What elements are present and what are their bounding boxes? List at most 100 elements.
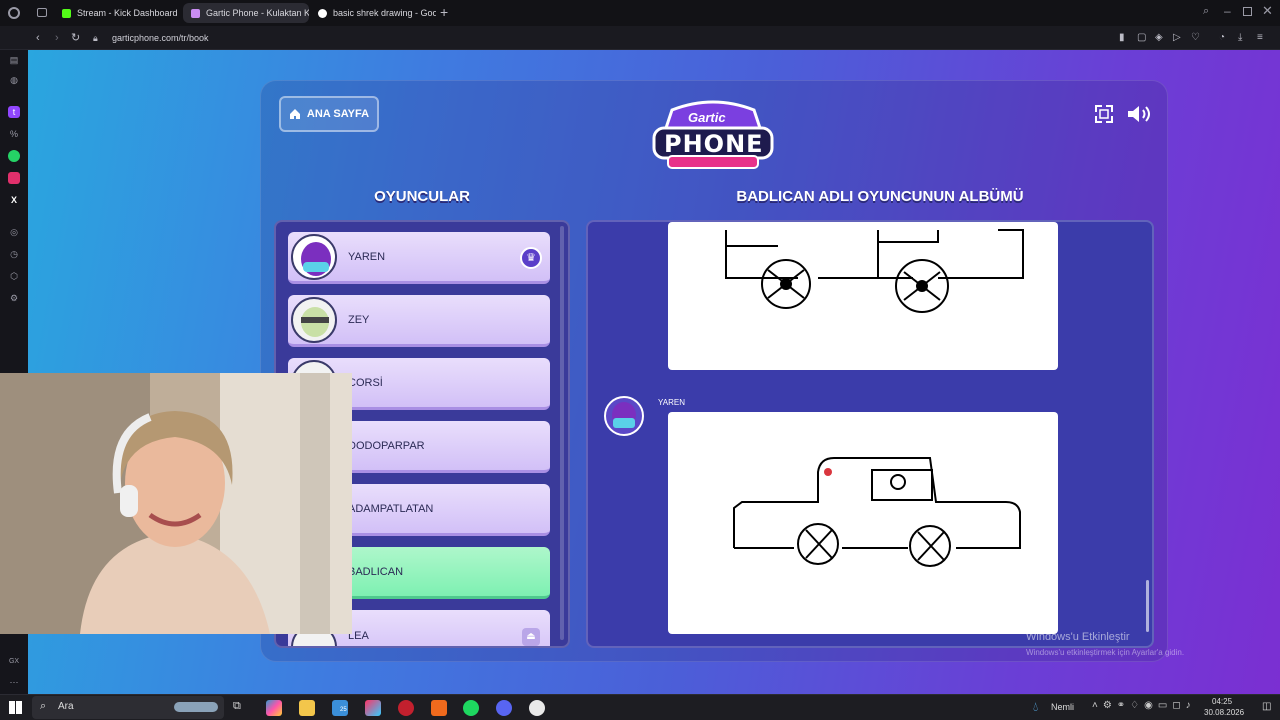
heart-icon[interactable]: ♡ — [1191, 26, 1200, 50]
sidebar-percent-icon[interactable]: % — [8, 128, 20, 140]
album-author-name: YAREN — [658, 398, 685, 407]
player-item-zey[interactable]: ZEY — [288, 295, 550, 347]
mail-badge: 25 — [340, 707, 347, 713]
fox-app-icon[interactable] — [431, 700, 447, 716]
snapshot-icon[interactable]: ▢ — [1137, 26, 1146, 50]
clock-time[interactable]: 04:25 — [1212, 697, 1232, 706]
search-icon: ⌕ — [40, 700, 47, 712]
player-name: BADLICAN — [348, 565, 404, 578]
tray-icons[interactable]: ˄⚙⚭♢◉▭◻♪ — [1092, 700, 1196, 711]
tab-menu-icon[interactable] — [37, 8, 47, 17]
players-heading: OYUNCULAR — [374, 188, 470, 205]
player-item-yaren[interactable]: YAREN ♛ — [288, 232, 550, 284]
activation-watermark-subtitle: Windows'u etkinleştirmek için Ayarlar'a … — [1026, 648, 1185, 657]
sidebar-gx-icon[interactable]: GX — [8, 656, 20, 668]
search-highlight-icon — [174, 702, 218, 712]
reload-icon[interactable]: ↻ — [71, 26, 80, 50]
new-tab-icon[interactable]: + — [440, 4, 448, 20]
avatar — [291, 234, 337, 280]
shield-icon[interactable]: ◈ — [1155, 26, 1163, 50]
address-bar: ‹ › ↻ 🔒︎ garticphone.com/tr/book ▮ ▢ ◈ ▷… — [0, 26, 1280, 50]
notification-icon[interactable]: ◫ — [1262, 701, 1271, 712]
sound-icon[interactable] — [1126, 104, 1154, 129]
bookmark-icon[interactable]: ▮ — [1119, 26, 1125, 50]
play-icon[interactable]: ▷ — [1173, 26, 1181, 50]
sidebar-messenger-icon[interactable]: ◍ — [8, 74, 20, 86]
browser-tab-bar: Stream - Kick Dashboard Gartic Phone - K… — [0, 0, 1280, 26]
crown-icon: ♛ — [520, 247, 542, 269]
mail-icon[interactable]: 25 — [332, 700, 348, 716]
lock-icon: 🔒︎ — [93, 33, 98, 43]
tab-google-search[interactable]: basic shrek drawing - Goo — [310, 3, 436, 23]
minimize-icon[interactable]: – — [1224, 4, 1231, 18]
url-text[interactable]: garticphone.com/tr/book — [112, 26, 209, 50]
sidebar-news-icon[interactable]: ▤ — [8, 54, 20, 66]
search-tabs-icon[interactable]: ⌕ — [1203, 5, 1209, 18]
taskbar-search-placeholder: Ara — [58, 701, 74, 712]
google-favicon-icon — [318, 8, 327, 18]
sidebar-x-icon[interactable]: X — [8, 194, 20, 206]
album-area[interactable] — [586, 220, 1154, 648]
tab-label: Stream - Kick Dashboard — [77, 8, 178, 18]
home-button[interactable]: ANA SAYFA — [279, 96, 379, 132]
sidebar-instagram-icon[interactable] — [8, 172, 20, 184]
sidebar-player-icon[interactable]: ◎ — [8, 226, 20, 238]
sidebar-twitch-icon[interactable]: t — [8, 106, 20, 118]
gartic-favicon-icon — [191, 8, 200, 18]
windows-taskbar: ⌕ Ara ⧉ 25 💧︎ Nemli ˄⚙⚭♢◉▭◻♪ 04:25 30.08… — [0, 694, 1280, 720]
webcam-image — [0, 373, 352, 634]
spotify-icon[interactable] — [463, 700, 479, 716]
sidebar-history-icon[interactable]: ◷ — [8, 248, 20, 260]
avatar — [291, 297, 337, 343]
sidebar-whatsapp-icon[interactable] — [8, 150, 20, 162]
weather-label[interactable]: Nemli — [1051, 702, 1074, 712]
maximize-icon[interactable] — [1243, 7, 1252, 16]
player-name: ZEY — [348, 313, 370, 326]
gartic-phone-logo[interactable]: Gartic PHONE — [650, 96, 776, 170]
player-name: ADAMPATLATAN — [348, 502, 434, 515]
album-scrollbar[interactable] — [1146, 580, 1149, 632]
sidebar-extensions-icon[interactable]: ⬡ — [8, 270, 20, 282]
logo-top-text: Gartic — [688, 110, 726, 125]
drawing-car-1 — [668, 222, 1058, 370]
player-name: CORSİ — [348, 376, 383, 389]
logo-bottom-text: PHONE — [664, 130, 764, 158]
clock-date[interactable]: 30.08.2026 — [1204, 708, 1244, 717]
weather-icon: 💧︎ — [1033, 699, 1039, 714]
profile-icon[interactable]: ◔ — [1219, 26, 1225, 50]
download-icon[interactable]: ⤓ — [1238, 26, 1242, 50]
taskbar-search[interactable]: ⌕ Ara — [32, 696, 224, 719]
discord-icon[interactable] — [496, 700, 512, 716]
windows-icon[interactable] — [9, 701, 22, 714]
forward-icon[interactable]: › — [55, 26, 59, 50]
webcam-overlay — [0, 373, 352, 634]
tab-label: basic shrek drawing - Goo — [333, 8, 436, 18]
file-explorer-icon[interactable] — [299, 700, 315, 716]
app-store-icon[interactable] — [365, 700, 381, 716]
sidebar-settings-icon[interactable]: ⚙ — [8, 292, 20, 304]
sidebar-more-icon[interactable]: ⋯ — [8, 676, 20, 688]
car-drawing-image — [725, 229, 1024, 313]
close-icon[interactable]: ✕ — [1262, 3, 1273, 19]
home-icon — [289, 109, 300, 119]
tab-label: Gartic Phone - Kulaktan Ku — [206, 8, 309, 18]
tab-gartic-phone[interactable]: Gartic Phone - Kulaktan Ku — [183, 3, 309, 23]
fullscreen-icon[interactable] — [1094, 104, 1114, 129]
back-icon[interactable]: ‹ — [36, 26, 40, 50]
tab-kick-dashboard[interactable]: Stream - Kick Dashboard — [54, 3, 178, 23]
opera-gx-icon[interactable] — [398, 700, 414, 716]
player-name: YAREN — [348, 250, 386, 263]
players-scrollbar[interactable] — [560, 226, 564, 640]
activation-watermark-title: Windows'u Etkinleştir — [1026, 631, 1130, 643]
home-button-label: ANA SAYFA — [306, 108, 370, 120]
car-drawing-image — [733, 457, 1021, 567]
obs-icon[interactable] — [529, 700, 545, 716]
album-heading: BADLICAN ADLI OYUNCUNUN ALBÜMÜ — [736, 188, 1024, 205]
album-author-avatar — [604, 396, 644, 436]
copilot-icon[interactable] — [266, 700, 282, 716]
task-view-icon[interactable]: ⧉ — [233, 700, 249, 716]
kick-player-icon[interactable]: ⏏ — [522, 628, 540, 646]
browser-logo-icon[interactable] — [8, 7, 20, 19]
kick-favicon-icon — [62, 8, 71, 18]
menu-icon[interactable]: ≡ — [1257, 26, 1263, 50]
